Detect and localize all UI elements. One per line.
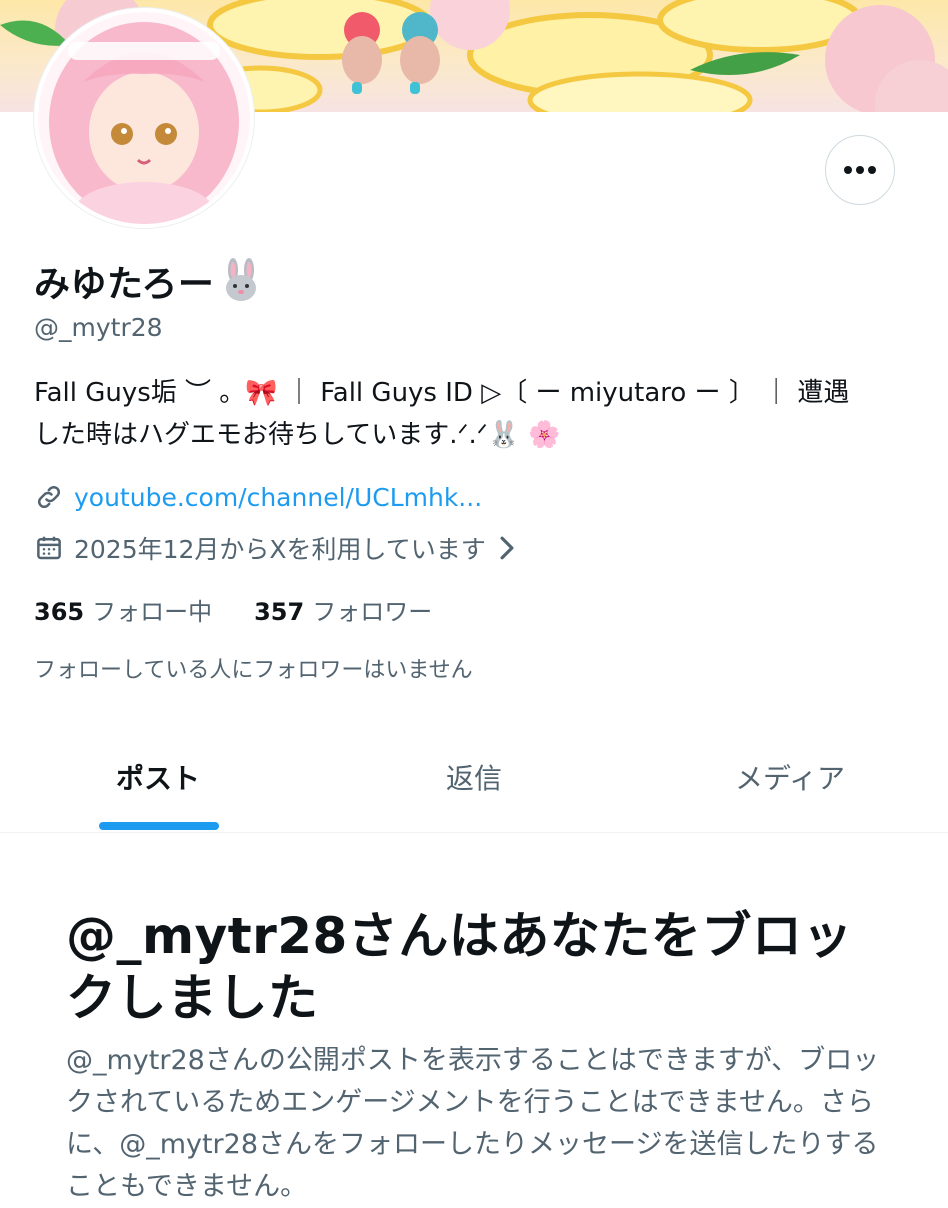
profile-handle: @_mytr28: [34, 313, 163, 342]
blocked-title: @_mytr28さんはあなたをブロックしました: [66, 907, 853, 1027]
tab-posts[interactable]: ポスト: [0, 740, 316, 832]
chevron-right-icon: [500, 536, 514, 560]
following-count: 365: [34, 598, 85, 626]
avatar-illustration: [38, 12, 250, 224]
tab-replies-label: 返信: [445, 762, 502, 795]
more-horizontal-icon: [844, 166, 876, 174]
active-tab-indicator: [99, 822, 219, 830]
display-name-text: みゆたろー: [34, 264, 215, 305]
blocked-description: @_mytr28さんの公開ポストを表示することはできますが、ブロックされているた…: [66, 1045, 880, 1202]
profile-avatar[interactable]: [34, 8, 254, 228]
profile-link-row[interactable]: youtube.com/channel/UCLmhk...: [34, 482, 482, 512]
joined-date-text: 2025年12月からXを利用しています: [74, 535, 486, 564]
rabbit-face-emoji-icon: [226, 258, 257, 301]
profile-bio: Fall Guys垢 ︶ 。🎀 ｜ Fall Guys ID ▷〔 ー miyu…: [34, 372, 914, 456]
followed-by-text: フォローしている人にフォロワーはいません: [34, 658, 473, 683]
following-label: フォロー中: [92, 598, 213, 626]
followers-stat[interactable]: 357 フォロワー: [254, 592, 432, 627]
bio-line-2: した時はハグエモお待ちしています.ᐟ.ᐟ🐰 🌸: [34, 420, 561, 450]
profile-tabs: ポスト 返信 メディア: [0, 740, 948, 833]
following-stat[interactable]: 365 フォロー中: [34, 592, 212, 627]
display-name: みゆたろー: [34, 255, 264, 307]
followers-label: フォロワー: [312, 598, 433, 626]
tab-replies[interactable]: 返信: [316, 740, 632, 832]
joined-date-row[interactable]: 2025年12月からXを利用しています: [34, 530, 518, 566]
calendar-icon: [37, 536, 61, 560]
more-options-button[interactable]: [825, 135, 895, 205]
tab-media[interactable]: メディア: [632, 740, 948, 832]
tab-media-label: メディア: [734, 762, 846, 795]
tab-posts-label: ポスト: [115, 762, 200, 795]
link-icon: [37, 485, 61, 509]
profile-link[interactable]: youtube.com/channel/UCLmhk...: [74, 483, 482, 512]
follow-stats: 365 フォロー中 357 フォロワー: [34, 592, 432, 627]
bio-line-1: Fall Guys垢 ︶ 。🎀 ｜ Fall Guys ID ▷〔 ー miyu…: [34, 378, 850, 408]
followers-count: 357: [254, 598, 305, 626]
